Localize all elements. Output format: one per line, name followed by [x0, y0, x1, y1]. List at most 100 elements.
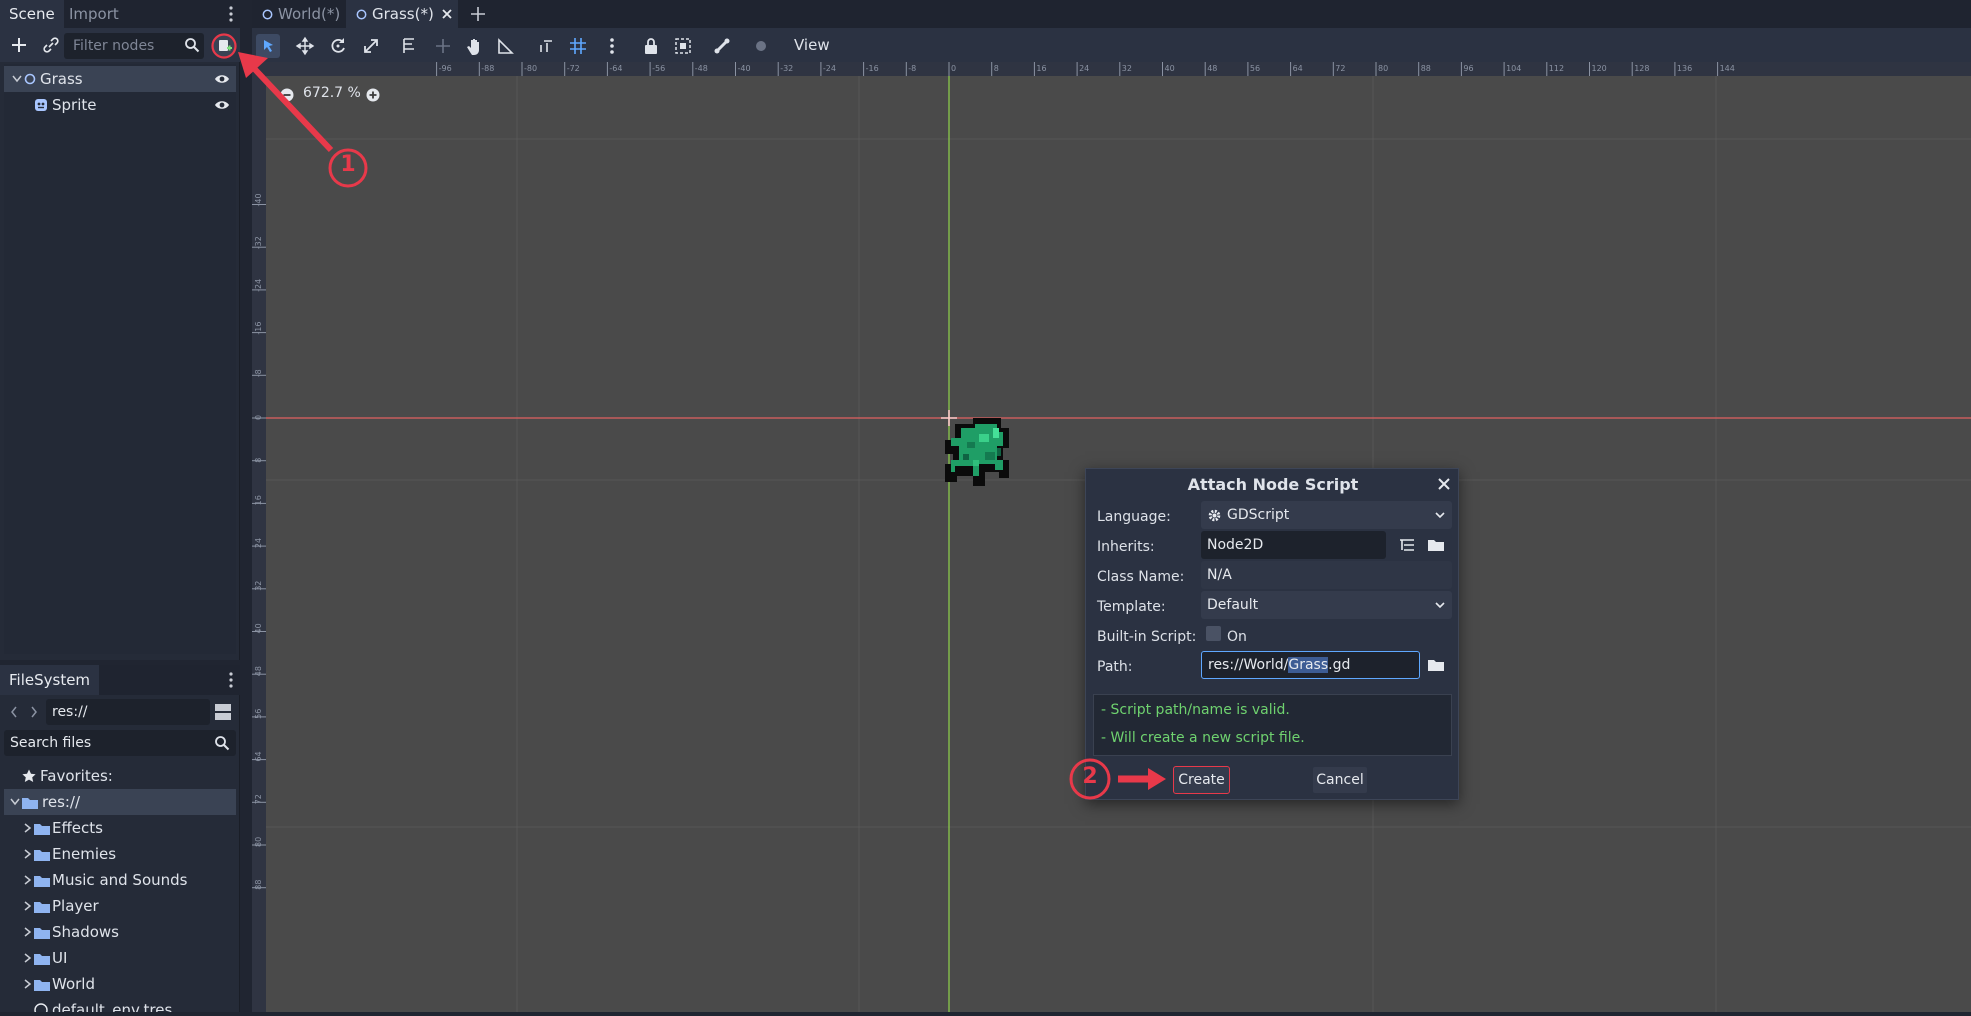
lock-icon[interactable]	[639, 34, 663, 58]
ruler-left-label: 32	[254, 581, 263, 591]
ruler-left-label: 24	[254, 538, 263, 548]
ruler-top: -96 -88 -80 -72 -64 -56 -48 -40 -32 -24 -16 -8 0 8 16 2…	[252, 62, 1971, 76]
ruler-left-label: 56	[254, 709, 263, 719]
favorites-label: Favorites:	[40, 767, 113, 785]
language-select[interactable]: GDScript	[1201, 501, 1452, 529]
forward-arrow-icon[interactable]	[30, 706, 38, 718]
folder-label: UI	[52, 949, 68, 967]
create-button[interactable]: Create	[1173, 766, 1230, 794]
template-select[interactable]: Default	[1201, 591, 1452, 619]
grid-snap-icon[interactable]	[566, 34, 590, 58]
chevron-right-icon[interactable]	[24, 849, 32, 859]
pan-hand-icon[interactable]	[462, 34, 486, 58]
close-icon[interactable]	[1438, 478, 1450, 490]
path-input[interactable]: res://World/Grass.gd	[1201, 651, 1420, 679]
ruler-top-label: 64	[1293, 64, 1303, 73]
folder-enemies[interactable]: Enemies	[4, 841, 236, 867]
gear-icon	[1208, 509, 1221, 522]
split-view-icon[interactable]	[215, 703, 231, 721]
folder-music-and-sounds[interactable]: Music and Sounds	[4, 867, 236, 893]
class-tree-icon[interactable]	[1399, 538, 1415, 552]
ruler-top-label: 32	[1122, 64, 1132, 73]
folder-icon	[34, 848, 50, 861]
folder-label: Effects	[52, 819, 103, 837]
back-arrow-icon[interactable]	[10, 706, 18, 718]
grass-sprite[interactable]	[945, 418, 1009, 486]
add-tab-icon[interactable]	[470, 6, 486, 22]
close-icon[interactable]	[442, 9, 452, 19]
chevron-down-icon	[1435, 512, 1445, 519]
ruler-icon[interactable]	[494, 34, 518, 58]
path-prefix: res://World/	[1208, 657, 1289, 673]
chevron-right-icon[interactable]	[24, 823, 32, 833]
ruler-top-label: -16	[866, 64, 879, 73]
skeleton-bone-icon[interactable]	[710, 34, 734, 58]
ruler-top-label: 48	[1207, 64, 1217, 73]
attach-script-button[interactable]	[211, 33, 237, 59]
folder-ui[interactable]: UI	[4, 945, 236, 971]
dock-menu-icon[interactable]	[228, 672, 234, 688]
smart-snap-icon[interactable]	[535, 34, 559, 58]
folder-root[interactable]: res://	[4, 789, 236, 815]
view-menu[interactable]: View	[794, 28, 830, 62]
tab-filesystem[interactable]: FileSystem	[0, 665, 100, 695]
pivot-icon[interactable]	[431, 34, 455, 58]
tree-item-sprite[interactable]: Sprite	[4, 92, 236, 118]
cancel-button[interactable]: Cancel	[1312, 766, 1368, 794]
folder-player[interactable]: Player	[4, 893, 236, 919]
builtin-checkbox[interactable]	[1206, 626, 1221, 641]
tab-grass[interactable]: Grass(*)	[346, 0, 458, 28]
filter-nodes-input[interactable]: Filter nodes	[64, 33, 204, 59]
tree-item-label: Grass	[40, 70, 83, 88]
chevron-right-icon[interactable]	[24, 979, 32, 989]
folder-icon[interactable]	[1428, 538, 1444, 551]
folder-world[interactable]: World	[4, 971, 236, 997]
file-default-env[interactable]: default_env.tres	[4, 997, 236, 1012]
visibility-eye-icon[interactable]	[214, 73, 230, 85]
tab-world[interactable]: World(*)	[252, 0, 342, 28]
chevron-right-icon[interactable]	[24, 901, 32, 911]
camera-icon[interactable]	[749, 34, 773, 58]
folder-shadows[interactable]: Shadows	[4, 919, 236, 945]
node2d-icon	[24, 73, 36, 85]
folder-label: Enemies	[52, 845, 117, 863]
path-label: Path:	[1097, 659, 1133, 675]
path-field[interactable]: res://	[46, 699, 210, 725]
tree-item-grass[interactable]: Grass	[4, 66, 236, 92]
tab-import[interactable]: Import	[60, 0, 128, 28]
dock-menu-icon[interactable]	[228, 6, 234, 22]
group-icon[interactable]	[671, 34, 695, 58]
ruler-left-label: 16	[254, 495, 263, 505]
chevron-right-icon[interactable]	[24, 953, 32, 963]
ruler-top-label: 80	[1378, 64, 1388, 73]
chevron-down-icon[interactable]	[12, 75, 22, 83]
folder-icon	[34, 926, 50, 939]
favorites-item[interactable]: Favorites:	[4, 763, 236, 789]
folder-effects[interactable]: Effects	[4, 815, 236, 841]
link-icon[interactable]	[42, 36, 60, 54]
search-files-input[interactable]: Search files	[4, 730, 236, 756]
environment-icon	[34, 1003, 48, 1012]
ruler-left-label: -40	[254, 193, 263, 206]
ruler-top-label: -48	[695, 64, 708, 73]
tab-label: World(*)	[278, 5, 341, 23]
ruler-top-label: 144	[1720, 64, 1735, 73]
chevron-right-icon[interactable]	[24, 875, 32, 885]
inherits-field[interactable]: Node2D	[1201, 531, 1386, 559]
path-selection: Grass	[1288, 657, 1329, 673]
folder-label: Music and Sounds	[52, 871, 188, 889]
add-node-icon[interactable]	[10, 36, 28, 54]
chevron-right-icon[interactable]	[24, 927, 32, 937]
validation-panel: - Script path/name is valid. - Will crea…	[1093, 694, 1452, 756]
ruler-top-label: 40	[1165, 64, 1175, 73]
tab-scene[interactable]: Scene	[0, 0, 64, 28]
chevron-down-icon[interactable]	[10, 798, 20, 806]
validation-message-1: - Script path/name is valid.	[1101, 702, 1290, 718]
ruler-left-label: 48	[254, 666, 263, 676]
folder-icon[interactable]	[1428, 658, 1444, 671]
list-select-icon[interactable]	[398, 34, 422, 58]
class-name-field[interactable]: N/A	[1201, 561, 1452, 589]
validation-message-2: - Will create a new script file.	[1101, 730, 1305, 746]
snap-options-icon[interactable]	[600, 34, 624, 58]
visibility-eye-icon[interactable]	[214, 99, 230, 111]
